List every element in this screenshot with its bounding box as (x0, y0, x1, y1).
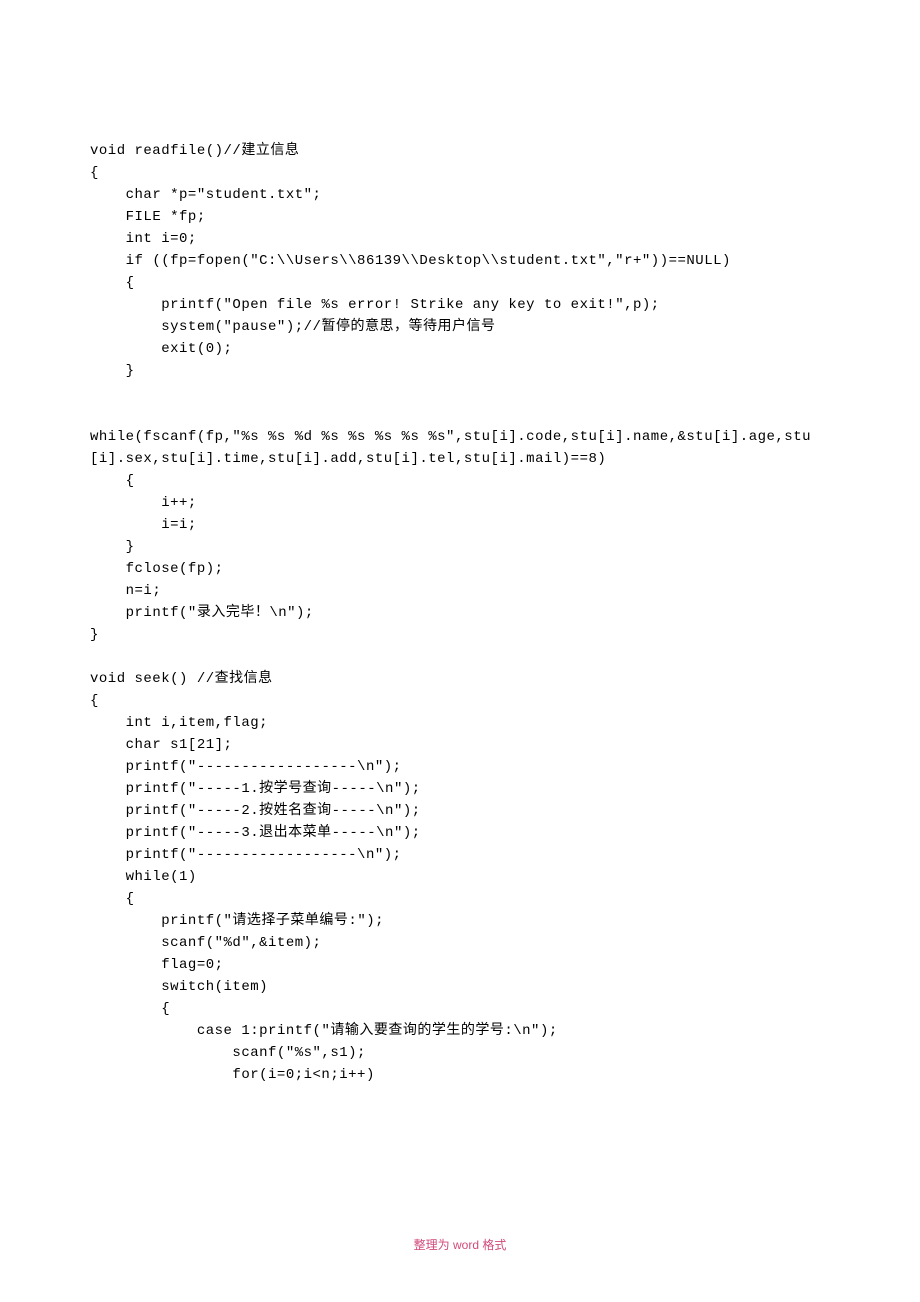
page-footer: 整理为 word 格式 (0, 1236, 920, 1254)
footer-text: 整理为 word 格式 (414, 1238, 507, 1252)
code-block: void readfile()//建立信息 { char *p="student… (90, 140, 830, 1086)
document-page: void readfile()//建立信息 { char *p="student… (0, 0, 920, 1086)
